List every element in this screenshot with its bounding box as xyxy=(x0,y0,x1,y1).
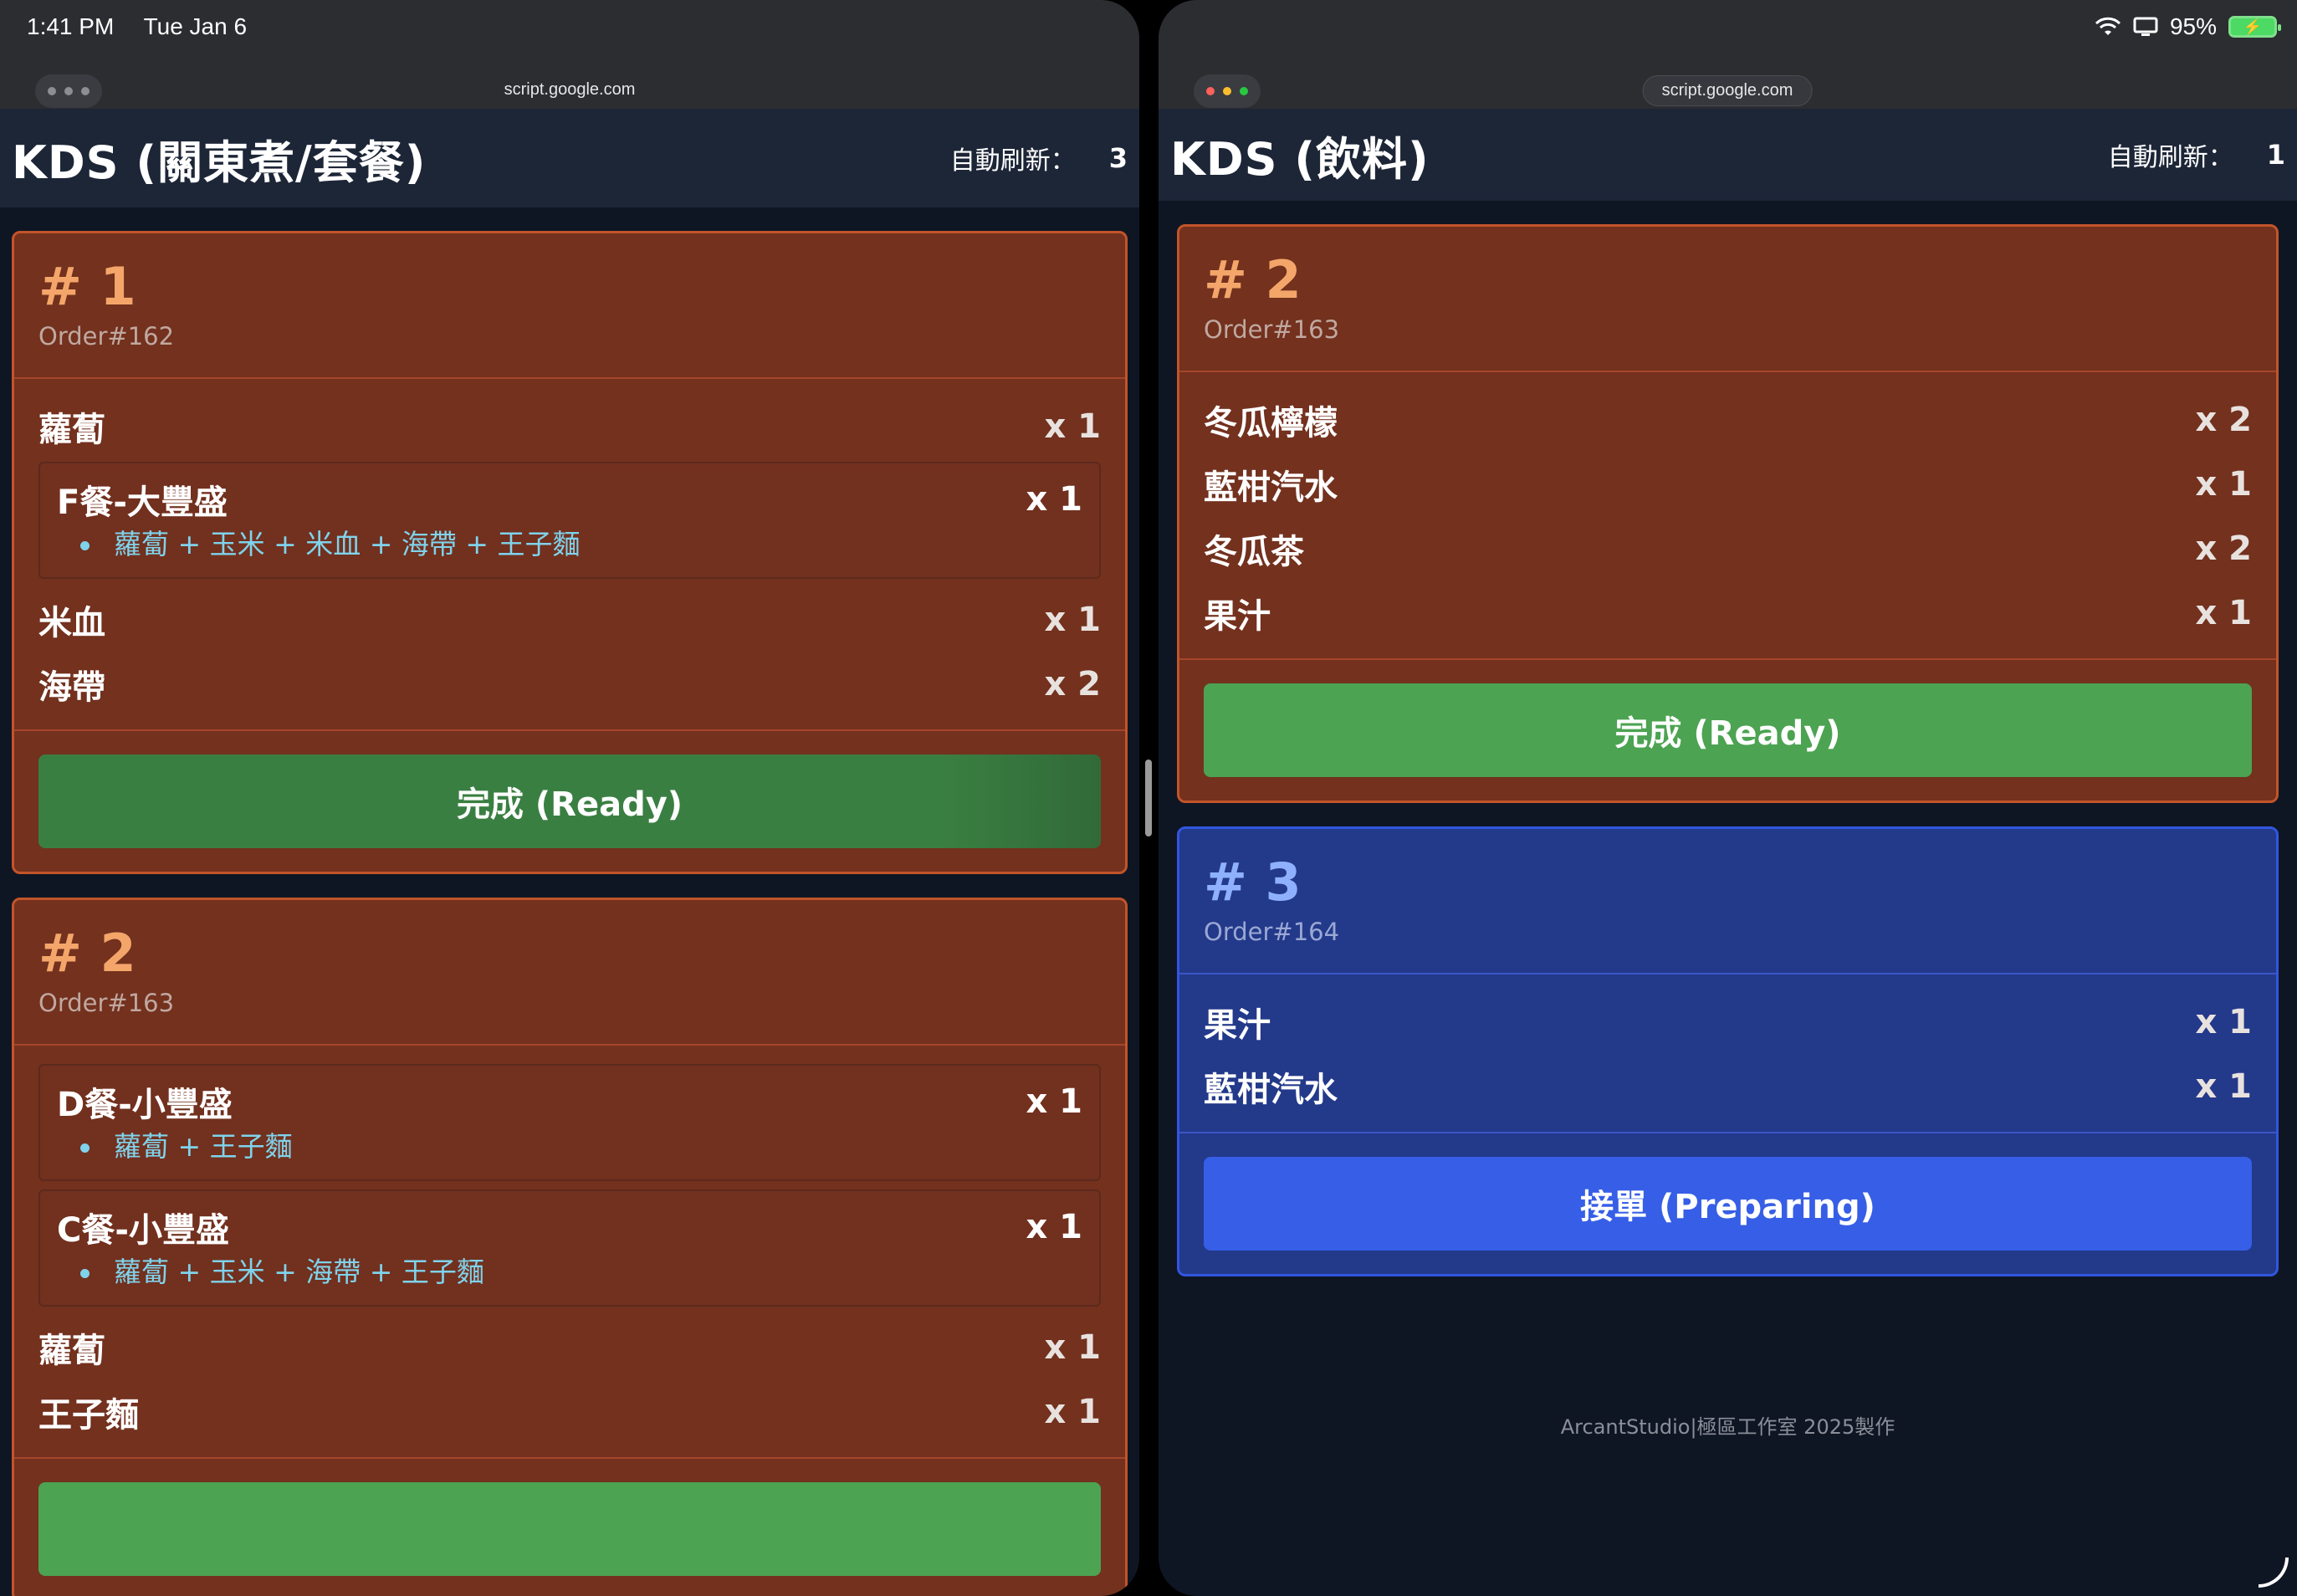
url-bar[interactable]: script.google.com xyxy=(1642,75,1813,106)
item-qty: x 1 xyxy=(1044,1392,1101,1431)
item-name: 蘿蔔 xyxy=(38,410,105,449)
order-list: # 2 Order#163 冬瓜檸檬 x 2 藍柑汽水 x 1 冬瓜茶 x 2 … xyxy=(1159,201,2297,1596)
combo-detail: 蘿蔔 + 王子麵 xyxy=(80,1126,1082,1168)
battery-icon: ⚡ xyxy=(2228,16,2281,38)
order-card: # 2 Order#163 D餐-小豐盛 x 1 蘿蔔 + 王子麵 C餐-小豐盛… xyxy=(12,898,1128,1596)
order-number: # 1 xyxy=(38,256,136,317)
refresh-label: 自動刷新： xyxy=(2107,143,2233,172)
order-id: Order#162 xyxy=(38,322,175,350)
window-menu-icon[interactable] xyxy=(1194,74,1261,108)
ready-button[interactable]: 完成 (Ready) xyxy=(1204,683,2252,777)
status-bar: 1:41 PM Tue Jan 6 95% ⚡ xyxy=(0,0,2297,52)
combo-qty: x 1 xyxy=(1026,480,1082,519)
item-qty: x 2 xyxy=(2195,529,2252,568)
status-time: 1:41 PM xyxy=(27,13,115,39)
item-name: 米血 xyxy=(38,603,105,642)
wifi-icon xyxy=(2095,17,2121,35)
item-qty: x 1 xyxy=(2195,1067,2252,1106)
auto-refresh: 自動刷新： 1 xyxy=(2108,136,2285,173)
app-header: KDS (關東煮/套餐) 自動刷新： 3 xyxy=(0,109,1139,207)
ready-button[interactable] xyxy=(38,1482,1101,1576)
battery-percent: 95% xyxy=(2169,13,2217,39)
item-name: 王子麵 xyxy=(38,1395,139,1435)
order-item: 果汁 x 1 xyxy=(1204,990,2252,1054)
order-item: 米血 x 1 xyxy=(38,587,1101,652)
combo-item: F餐-大豐盛 x 1 蘿蔔 + 玉米 + 米血 + 海帶 + 王子麵 xyxy=(38,462,1101,579)
order-item: 蘿蔔 x 1 xyxy=(38,394,1101,458)
refresh-count: 3 xyxy=(1108,142,1128,174)
order-id: Order#163 xyxy=(38,989,175,1017)
item-name: 冬瓜茶 xyxy=(1204,532,1304,571)
order-item: 王子麵 x 1 xyxy=(38,1379,1101,1444)
item-name: 藍柑汽水 xyxy=(1204,1070,1338,1109)
item-name: 海帶 xyxy=(38,668,105,707)
item-name: 藍柑汽水 xyxy=(1204,468,1338,507)
combo-qty: x 1 xyxy=(1026,1082,1082,1121)
order-id: Order#163 xyxy=(1204,315,1340,344)
item-qty: x 1 xyxy=(2195,464,2252,504)
order-item: 果汁 x 1 xyxy=(1204,581,2252,645)
order-item: 冬瓜茶 x 2 xyxy=(1204,516,2252,581)
item-name: 果汁 xyxy=(1204,1005,1271,1045)
order-item: 冬瓜檸檬 x 2 xyxy=(1204,387,2252,452)
order-item: 海帶 x 2 xyxy=(38,652,1101,716)
auto-refresh: 自動刷新： 3 xyxy=(950,140,1128,176)
combo-item: C餐-小豐盛 x 1 蘿蔔 + 玉米 + 海帶 + 王子麵 xyxy=(38,1189,1101,1307)
item-qty: x 2 xyxy=(1044,664,1101,703)
item-qty: x 1 xyxy=(2195,1002,2252,1041)
item-qty: x 1 xyxy=(1044,1327,1101,1367)
item-qty: x 2 xyxy=(2195,400,2252,439)
order-list: # 1 Order#162 蘿蔔 x 1 F餐-大豐盛 x 1 蘿蔔 + 玉米 … xyxy=(0,207,1139,1596)
page-title: KDS (關東煮/套餐) xyxy=(12,136,427,189)
combo-detail: 蘿蔔 + 玉米 + 海帶 + 王子麵 xyxy=(80,1251,1082,1293)
combo-name: D餐-小豐盛 xyxy=(57,1086,233,1124)
order-number: # 2 xyxy=(1204,249,1302,310)
order-card: # 2 Order#163 冬瓜檸檬 x 2 藍柑汽水 x 1 冬瓜茶 x 2 … xyxy=(1177,224,2279,803)
order-number: # 2 xyxy=(38,923,136,984)
order-item: 藍柑汽水 x 1 xyxy=(1204,452,2252,516)
item-name: 果汁 xyxy=(1204,596,1271,636)
screen-mirror-icon xyxy=(2133,17,2158,36)
order-item: 蘿蔔 x 1 xyxy=(38,1315,1101,1379)
order-number: # 3 xyxy=(1204,852,1302,913)
status-date: Tue Jan 6 xyxy=(143,13,248,39)
combo-item: D餐-小豐盛 x 1 蘿蔔 + 王子麵 xyxy=(38,1064,1101,1181)
combo-name: F餐-大豐盛 xyxy=(57,483,228,522)
combo-detail: 蘿蔔 + 玉米 + 米血 + 海帶 + 王子麵 xyxy=(80,524,1082,565)
order-card: # 3 Order#164 果汁 x 1 藍柑汽水 x 1 接單 (Prepar… xyxy=(1177,826,2279,1276)
order-id: Order#164 xyxy=(1204,918,1340,946)
item-name: 蘿蔔 xyxy=(38,1331,105,1370)
split-view-handle[interactable] xyxy=(1145,760,1152,836)
combo-qty: x 1 xyxy=(1026,1208,1082,1246)
order-item: 藍柑汽水 x 1 xyxy=(1204,1054,2252,1118)
right-window: script.google.com KDS (飲料) 自動刷新： 1 # 2 O… xyxy=(1159,0,2297,1596)
refresh-count: 1 xyxy=(2266,139,2285,171)
ready-button[interactable]: 完成 (Ready) xyxy=(38,755,1101,848)
item-qty: x 1 xyxy=(2195,593,2252,632)
url-bar[interactable]: script.google.com xyxy=(486,75,654,105)
page-title: KDS (飲料) xyxy=(1170,132,1430,186)
refresh-label: 自動刷新： xyxy=(949,146,1076,176)
item-qty: x 1 xyxy=(1044,407,1101,446)
preparing-button[interactable]: 接單 (Preparing) xyxy=(1204,1157,2252,1251)
app-header: KDS (飲料) 自動刷新： 1 xyxy=(1159,109,2297,201)
combo-name: C餐-小豐盛 xyxy=(57,1211,229,1250)
window-menu-icon[interactable] xyxy=(35,74,102,108)
left-window: script.google.com KDS (關東煮/套餐) 自動刷新： 3 #… xyxy=(0,0,1139,1596)
footer-credit: ArcantStudio|極區工作室 2025製作 xyxy=(1560,1415,1895,1439)
item-name: 冬瓜檸檬 xyxy=(1204,403,1338,442)
order-card: # 1 Order#162 蘿蔔 x 1 F餐-大豐盛 x 1 蘿蔔 + 玉米 … xyxy=(12,231,1128,874)
item-qty: x 1 xyxy=(1044,600,1101,639)
